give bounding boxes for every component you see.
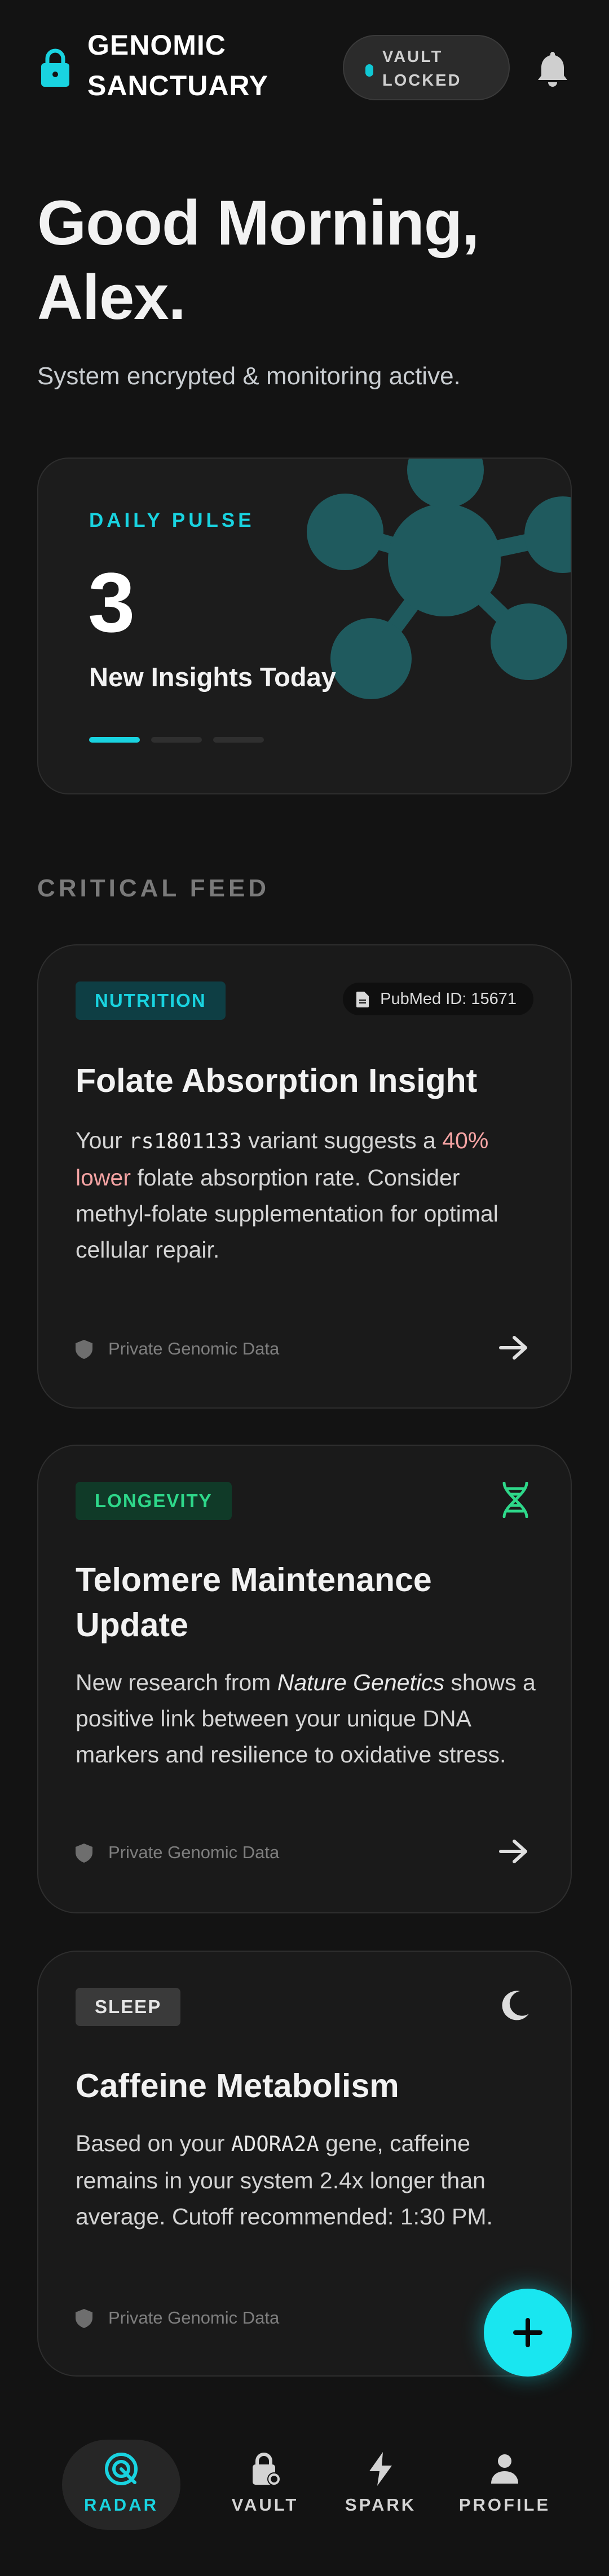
app-header: GENOMIC SANCTUARY VAULT LOCKED	[0, 0, 609, 135]
greeting-subtitle: System encrypted & monitoring active.	[37, 362, 461, 390]
nav-item-vault[interactable]: VAULT	[206, 2440, 324, 2530]
bolt-icon	[369, 2452, 392, 2486]
category-tag: LONGEVITY	[76, 1482, 232, 1520]
pulse-count: 3	[88, 555, 135, 650]
nav-label: PROFILE	[458, 2495, 551, 2515]
status-dot	[365, 64, 373, 77]
nav-item-radar[interactable]: RADAR	[62, 2440, 180, 2530]
molecule-icon	[307, 459, 571, 699]
bottom-nav: RADAR VAULT SPARK PROFILE	[0, 2406, 609, 2576]
add-button[interactable]	[484, 2289, 572, 2377]
nav-item-spark[interactable]: SPARK	[321, 2440, 440, 2530]
privacy-label: Private Genomic Data	[108, 2308, 280, 2328]
card-body: Your rs1801133 variant suggests a 40% lo…	[76, 1127, 498, 1263]
gene-code: ADORA2A	[231, 2132, 319, 2156]
nav-label: VAULT	[231, 2495, 299, 2515]
category-tag: SLEEP	[76, 1988, 181, 2026]
shield-icon	[76, 2309, 92, 2328]
card-body: New research from Nature Genetics shows …	[76, 1669, 536, 1767]
feed-card-longevity[interactable]: LONGEVITY Telomere Maintenance Update Ne…	[37, 1445, 572, 1913]
nav-label: RADAR	[84, 2495, 158, 2515]
card-title: Folate Absorption Insight	[76, 1062, 478, 1099]
pager-dot-3[interactable]	[213, 737, 264, 743]
arrow-right-icon[interactable]	[498, 1334, 530, 1361]
card-title: Telomere Maintenance Update	[76, 1561, 432, 1644]
arrow-right-icon[interactable]	[498, 1838, 530, 1865]
dna-icon	[502, 1482, 528, 1518]
feed-card-nutrition[interactable]: NUTRITION PubMed ID: 15671 Folate Absorp…	[37, 944, 572, 1409]
pulse-label: DAILY PULSE	[89, 509, 255, 531]
vault-status-label: VAULT LOCKED	[382, 48, 462, 90]
radar-icon	[105, 2453, 138, 2485]
vault-status-badge[interactable]: VAULT LOCKED	[343, 35, 510, 100]
nav-label: SPARK	[345, 2495, 417, 2515]
person-icon	[491, 2454, 518, 2484]
journal-name: Nature Genetics	[277, 1669, 444, 1695]
source-label: PubMed ID: 15671	[380, 990, 517, 1008]
lock-icon	[41, 48, 69, 87]
greeting-title: Good Morning, Alex.	[37, 188, 479, 332]
app-title: GENOMIC SANCTUARY	[87, 29, 269, 101]
variant-code: rs1801133	[129, 1129, 242, 1153]
pager-dot-2[interactable]	[151, 737, 202, 743]
pager-dot-1[interactable]	[89, 737, 140, 743]
shield-icon	[76, 1844, 92, 1863]
nav-item-profile[interactable]: PROFILE	[445, 2440, 564, 2530]
category-tag: NUTRITION	[76, 981, 226, 1020]
moon-icon	[502, 1991, 529, 2020]
daily-pulse-card[interactable]: DAILY PULSE 3 New Insights Today	[37, 458, 572, 794]
document-icon	[356, 992, 369, 1007]
source-badge[interactable]: PubMed ID: 15671	[343, 983, 533, 1015]
shield-icon	[76, 1340, 92, 1359]
card-body: Based on your ADORA2A gene, caffeine rem…	[76, 2130, 493, 2229]
vault-icon	[253, 2453, 281, 2486]
privacy-label: Private Genomic Data	[108, 1842, 280, 1862]
card-title: Caffeine Metabolism	[76, 2067, 399, 2104]
bell-icon[interactable]	[536, 50, 570, 87]
plus-icon	[513, 2318, 542, 2347]
privacy-label: Private Genomic Data	[108, 1339, 280, 1358]
pulse-caption: New Insights Today	[89, 662, 336, 692]
section-heading: CRITICAL FEED	[37, 874, 270, 902]
